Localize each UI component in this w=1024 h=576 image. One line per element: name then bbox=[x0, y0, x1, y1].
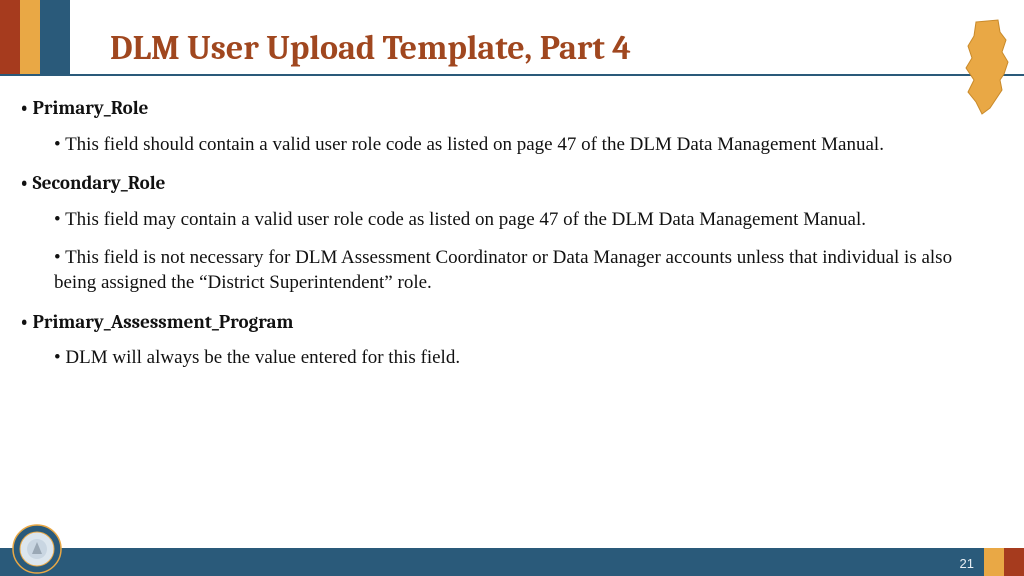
accent-bar-red bbox=[0, 0, 20, 74]
slide-content: Primary_Role This field should contain a… bbox=[20, 96, 994, 385]
footer-bar: 21 bbox=[0, 548, 1024, 576]
sub-bullet: This field should contain a valid user r… bbox=[54, 132, 994, 158]
footer-stripe-gold bbox=[984, 548, 1004, 576]
sub-bullet: This field is not necessary for DLM Asse… bbox=[54, 245, 994, 296]
bullet-heading: Secondary_Role bbox=[20, 171, 994, 197]
slide-title: DLM User Upload Template, Part 4 bbox=[110, 28, 631, 68]
accent-bar-blue bbox=[40, 0, 70, 74]
title-underline bbox=[0, 74, 1024, 76]
bullet-secondary-role: Secondary_Role This field may contain a … bbox=[20, 171, 994, 296]
page-number: 21 bbox=[960, 556, 974, 571]
accent-bar-gold bbox=[20, 0, 40, 74]
footer-stripe-red bbox=[1004, 548, 1024, 576]
footer-accent-stripes bbox=[984, 548, 1024, 576]
bullet-primary-role: Primary_Role This field should contain a… bbox=[20, 96, 994, 157]
bullet-heading: Primary_Assessment_Program bbox=[20, 310, 994, 336]
bullet-primary-assessment-program: Primary_Assessment_Program DLM will alwa… bbox=[20, 310, 994, 371]
nj-doe-seal-icon bbox=[12, 524, 62, 574]
bullet-heading: Primary_Role bbox=[20, 96, 994, 122]
slide: DLM User Upload Template, Part 4 Primary… bbox=[0, 0, 1024, 576]
sub-bullet: This field may contain a valid user role… bbox=[54, 207, 994, 233]
sub-bullet: DLM will always be the value entered for… bbox=[54, 345, 994, 371]
accent-bars bbox=[0, 0, 70, 74]
